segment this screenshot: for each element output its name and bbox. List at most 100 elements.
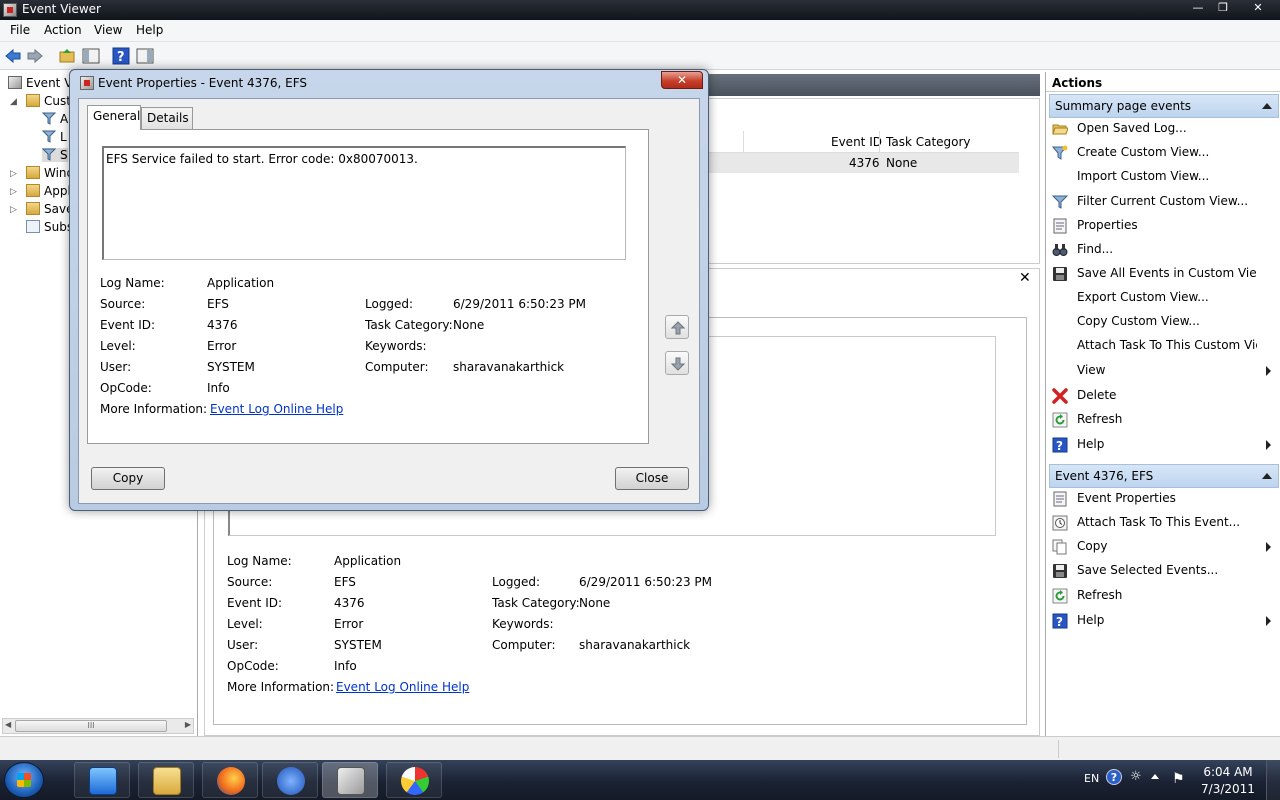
svg-text:?: ? — [117, 50, 125, 65]
menu-view[interactable]: View — [94, 23, 122, 37]
tree-item-custom-view-a[interactable]: A — [42, 112, 68, 126]
event-log-online-help-link[interactable]: Event Log Online Help — [336, 680, 469, 694]
language-indicator[interactable]: EN — [1084, 772, 1099, 785]
tree-item-windows-logs[interactable]: Wind — [26, 166, 74, 180]
tab-general[interactable]: General — [87, 105, 141, 130]
description-box[interactable]: EFS Service failed to start. Error code:… — [102, 146, 626, 260]
tree-item-custom-view-l[interactable]: L — [42, 130, 67, 144]
action-save-all-events[interactable]: Save All Events in Custom View ... — [1046, 263, 1280, 285]
action-event-properties[interactable]: Event Properties — [1046, 488, 1280, 510]
scroll-right-icon[interactable]: ▶ — [185, 720, 191, 729]
event-log-online-help-link[interactable]: Event Log Online Help — [210, 402, 343, 416]
action-attach-task-custom-view[interactable]: Attach Task To This Custom Vie... — [1046, 335, 1280, 357]
minimize-button[interactable]: — — [1185, 0, 1211, 16]
tree-item-event-viewer[interactable]: Event Vi — [8, 76, 75, 90]
next-event-button[interactable] — [665, 351, 689, 375]
refresh-icon — [1052, 412, 1068, 428]
taskbar-explorer[interactable] — [138, 762, 194, 798]
action-view[interactable]: View — [1046, 360, 1280, 382]
show-hide-action-pane-icon[interactable] — [136, 47, 154, 65]
taskbar: EN ? ☼ ⚑ 6:04 AM 7/3/2011 — [0, 760, 1280, 800]
action-properties[interactable]: Properties — [1046, 215, 1280, 237]
value-source: EFS — [207, 297, 229, 311]
action-attach-task-event[interactable]: Attach Task To This Event... — [1046, 512, 1280, 534]
action-delete[interactable]: Delete — [1046, 385, 1280, 407]
clock-time[interactable]: 6:04 AM — [1200, 765, 1256, 779]
expand-arrow-icon[interactable]: ▷ — [10, 187, 17, 197]
action-refresh[interactable]: Refresh — [1046, 409, 1280, 431]
action-filter-current-custom-view[interactable]: Filter Current Custom View... — [1046, 191, 1280, 213]
expand-arrow-icon[interactable]: ◢ — [10, 97, 17, 107]
dialog-close-button[interactable]: ✕ — [661, 71, 703, 89]
action-export-custom-view[interactable]: Export Custom View... — [1046, 287, 1280, 309]
forward-arrow-icon[interactable] — [26, 47, 44, 65]
action-help-event[interactable]: ? Help — [1046, 610, 1280, 632]
tree-item-saved-logs[interactable]: Save — [26, 202, 73, 216]
collapse-icon[interactable] — [1262, 473, 1272, 479]
tree-item-custom-views[interactable]: Cust — [26, 94, 71, 108]
actions-title: Actions — [1046, 72, 1280, 92]
clock-date[interactable]: 7/3/2011 — [1200, 782, 1256, 796]
taskbar-firefox[interactable] — [202, 762, 258, 798]
column-task-category[interactable]: Task Category — [886, 135, 971, 149]
svg-text:?: ? — [1056, 439, 1063, 453]
toolbar: ? — [0, 42, 1280, 70]
menu-bar: File Action View Help — [0, 20, 1280, 42]
label-log-name: Log Name: — [227, 554, 292, 568]
show-hidden-icons-icon[interactable] — [1151, 774, 1159, 779]
column-event-id[interactable]: Event ID — [831, 135, 882, 149]
actions-pane: Actions Summary page events Open Saved L… — [1045, 72, 1280, 736]
scroll-thumb[interactable]: III — [15, 720, 167, 732]
scroll-left-icon[interactable]: ◀ — [5, 720, 11, 729]
event-viewer-icon — [80, 76, 94, 90]
action-find[interactable]: Find... — [1046, 239, 1280, 261]
help-tray-icon[interactable]: ? — [1106, 769, 1122, 785]
value-event-id: 4376 — [334, 596, 365, 610]
window-title: Event Viewer — [22, 2, 101, 16]
close-button[interactable]: ✕ — [1238, 0, 1278, 16]
action-save-selected-events[interactable]: Save Selected Events... — [1046, 560, 1280, 582]
action-copy-custom-view[interactable]: Copy Custom View... — [1046, 311, 1280, 333]
help-icon[interactable]: ? — [112, 47, 130, 65]
close-icon[interactable]: ✕ — [1019, 270, 1031, 286]
action-help[interactable]: ? Help — [1046, 434, 1280, 456]
menu-action[interactable]: Action — [44, 23, 82, 37]
previous-event-button[interactable] — [665, 315, 689, 339]
tab-details[interactable]: Details — [141, 107, 193, 129]
taskbar-hp[interactable] — [262, 762, 318, 798]
up-folder-icon[interactable] — [58, 47, 76, 65]
section-summary-page-events[interactable]: Summary page events — [1049, 94, 1279, 118]
action-open-saved-log[interactable]: Open Saved Log... — [1046, 118, 1280, 140]
maximize-button[interactable]: ❐ — [1211, 0, 1235, 16]
back-arrow-icon[interactable] — [4, 47, 22, 65]
action-import-custom-view[interactable]: Import Custom View... — [1046, 166, 1280, 188]
value-logged: 6/29/2011 6:50:23 PM — [579, 575, 713, 589]
taskbar-paint[interactable] — [386, 762, 442, 798]
action-copy[interactable]: Copy — [1046, 536, 1280, 558]
dialog-body: General Details EFS Service failed to st… — [78, 98, 700, 504]
label-source: Source: — [100, 297, 146, 311]
tree-item-custom-view-s[interactable]: S — [42, 148, 68, 162]
copy-button[interactable]: Copy — [91, 467, 165, 490]
flag-icon[interactable]: ⚑ — [1172, 771, 1185, 787]
start-button[interactable] — [4, 762, 44, 798]
action-refresh-event[interactable]: Refresh — [1046, 585, 1280, 607]
taskbar-event-viewer[interactable] — [322, 762, 378, 798]
properties-icon — [1053, 491, 1067, 507]
menu-file[interactable]: File — [10, 23, 30, 37]
action-center-icon[interactable]: ☼ — [1130, 769, 1146, 785]
expand-arrow-icon[interactable]: ▷ — [10, 205, 17, 215]
menu-help[interactable]: Help — [136, 23, 163, 37]
tree-item-subscriptions[interactable]: Subs — [26, 220, 73, 234]
close-dialog-button[interactable]: Close — [615, 467, 689, 490]
show-hide-tree-icon[interactable] — [82, 47, 100, 65]
save-icon — [1053, 267, 1067, 281]
taskbar-media-player[interactable] — [74, 762, 130, 798]
collapse-icon[interactable] — [1262, 103, 1272, 109]
tree-item-applications-logs[interactable]: Appl — [26, 184, 71, 198]
expand-arrow-icon[interactable]: ▷ — [10, 169, 17, 179]
tree-horizontal-scrollbar[interactable]: ◀ III ▶ — [2, 718, 194, 734]
action-create-custom-view[interactable]: Create Custom View... — [1046, 142, 1280, 164]
section-event-4376-efs[interactable]: Event 4376, EFS — [1049, 464, 1279, 488]
show-desktop-button[interactable] — [1266, 760, 1280, 800]
